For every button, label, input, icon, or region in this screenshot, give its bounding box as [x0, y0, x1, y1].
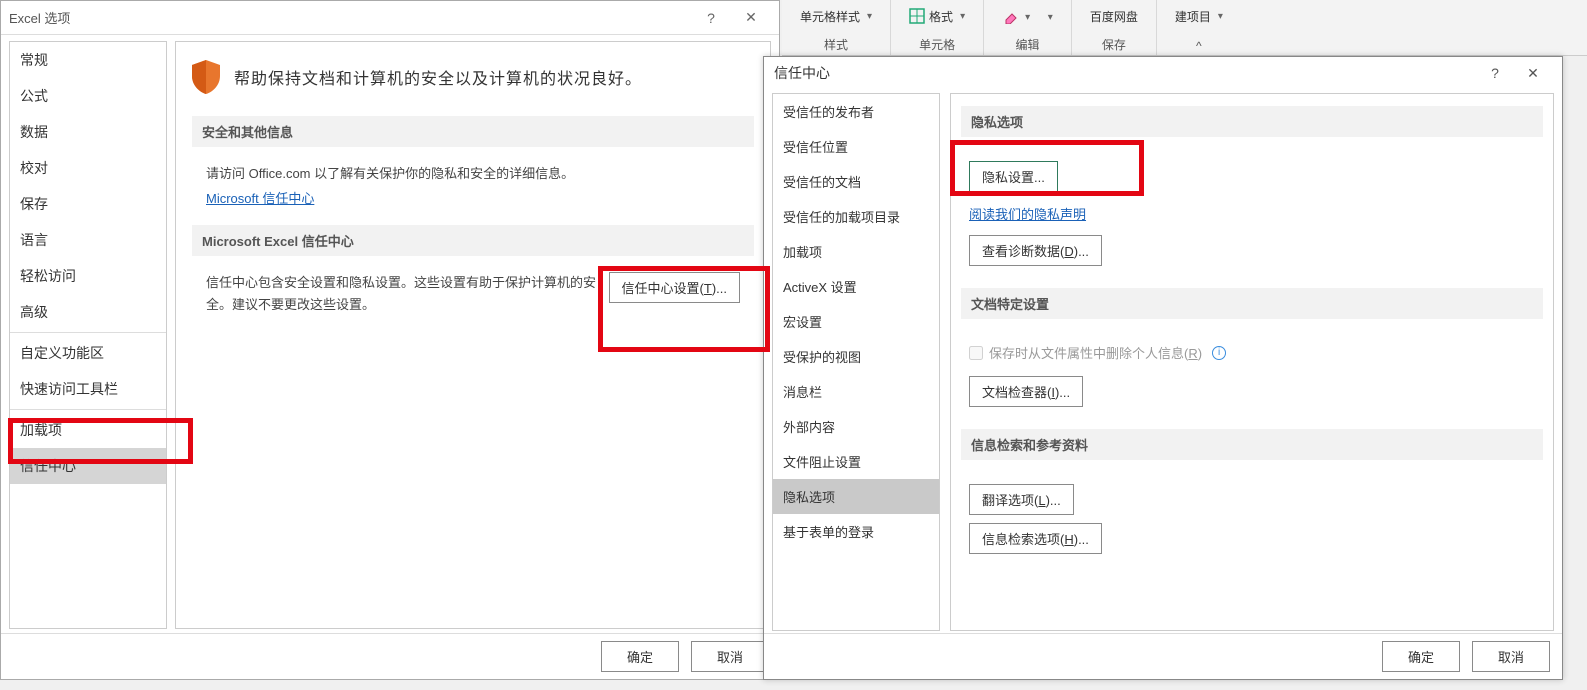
options-titlebar: Excel 选项 ? ✕: [1, 1, 779, 35]
ribbon-group-label: 单元格: [919, 32, 955, 53]
ribbon-format[interactable]: 格式: [909, 4, 965, 28]
tc-nav-addins[interactable]: 加载项: [773, 234, 939, 269]
nav-proofing[interactable]: 校对: [10, 150, 166, 186]
section-security-info: 安全和其他信息: [192, 116, 754, 147]
ribbon-group-edit[interactable]: 编辑: [984, 0, 1072, 55]
ribbon-group-cells[interactable]: 格式 单元格: [891, 0, 984, 55]
nav-advanced[interactable]: 高级: [10, 294, 166, 330]
shield-icon: [192, 60, 220, 94]
nav-formulas[interactable]: 公式: [10, 78, 166, 114]
trust-content: 隐私选项 隐私设置... 阅读我们的隐私声明 查看诊断数据(D)... 文档特定…: [950, 93, 1554, 631]
ribbon-collapse-icon[interactable]: ^: [1196, 35, 1202, 53]
tc-nav-trusted-documents[interactable]: 受信任的文档: [773, 164, 939, 199]
ribbon-baidu[interactable]: 百度网盘: [1090, 4, 1138, 28]
diagnostic-data-button[interactable]: 查看诊断数据(D)...: [969, 235, 1102, 266]
options-footer: 确定 取消: [1, 633, 779, 679]
nav-general[interactable]: 常规: [10, 42, 166, 78]
trust-nav: 受信任的发布者 受信任位置 受信任的文档 受信任的加载项目录 加载项 Activ…: [772, 93, 940, 631]
tc-nav-trusted-publishers[interactable]: 受信任的发布者: [773, 94, 939, 129]
trust-center-settings-button[interactable]: 信任中心设置(T)...: [609, 272, 740, 303]
tc-sec-privacy: 隐私选项: [961, 106, 1543, 137]
excel-options-dialog: Excel 选项 ? ✕ 常规 公式 数据 校对 保存 语言 轻松访问 高级 自…: [0, 0, 780, 680]
trust-ok-button[interactable]: 确定: [1382, 641, 1460, 672]
tc-nav-file-block[interactable]: 文件阻止设置: [773, 444, 939, 479]
remove-personal-info-input: [969, 346, 983, 360]
trust-cancel-button[interactable]: 取消: [1472, 641, 1550, 672]
tc-nav-activex[interactable]: ActiveX 设置: [773, 269, 939, 304]
remove-personal-info-checkbox: 保存时从文件属性中删除个人信息(R) i: [969, 343, 1535, 362]
info-icon[interactable]: i: [1212, 346, 1226, 360]
ribbon-group-save[interactable]: 百度网盘 保存: [1072, 0, 1157, 55]
tc-nav-trusted-locations[interactable]: 受信任位置: [773, 129, 939, 164]
trust-help-button[interactable]: ?: [1476, 60, 1514, 86]
tc-nav-trusted-addin-catalogs[interactable]: 受信任的加载项目录: [773, 199, 939, 234]
ms-trust-link[interactable]: Microsoft 信任中心: [206, 188, 314, 207]
nav-addins[interactable]: 加载项: [10, 412, 166, 448]
ribbon-strip: 单元格样式 样式 格式 单元格 编辑 百度网盘 保存 建项目 ^: [782, 0, 1587, 56]
help-button[interactable]: ?: [691, 4, 731, 32]
nav-data[interactable]: 数据: [10, 114, 166, 150]
tc-nav-protected-view[interactable]: 受保护的视图: [773, 339, 939, 374]
ribbon-group-project[interactable]: 建项目 ^: [1157, 0, 1241, 55]
research-options-button[interactable]: 信息检索选项(H)...: [969, 523, 1102, 554]
privacy-statement-link[interactable]: 阅读我们的隐私声明: [969, 204, 1086, 223]
trust-close-button[interactable]: ✕: [1514, 60, 1552, 86]
ribbon-group-label: 编辑: [1015, 32, 1039, 53]
ribbon-cell-styles[interactable]: 单元格样式: [800, 4, 872, 28]
trust-center-dialog: 信任中心 ? ✕ 受信任的发布者 受信任位置 受信任的文档 受信任的加载项目录 …: [763, 56, 1563, 680]
tc-sec-research: 信息检索和参考资料: [961, 429, 1543, 460]
ribbon-eraser[interactable]: [1002, 4, 1053, 28]
translate-options-button[interactable]: 翻译选项(L)...: [969, 484, 1074, 515]
nav-language[interactable]: 语言: [10, 222, 166, 258]
security-info-text: 请访问 Office.com 以了解有关保护你的隐私和安全的详细信息。: [206, 163, 740, 182]
trust-footer: 确定 取消: [764, 633, 1562, 679]
close-button[interactable]: ✕: [731, 4, 771, 32]
tc-nav-privacy-options[interactable]: 隐私选项: [773, 479, 939, 514]
tc-nav-form-login[interactable]: 基于表单的登录: [773, 514, 939, 549]
nav-save[interactable]: 保存: [10, 186, 166, 222]
options-title: Excel 选项: [9, 8, 70, 27]
document-inspector-button[interactable]: 文档检查器(I)...: [969, 376, 1083, 407]
nav-customize-ribbon[interactable]: 自定义功能区: [10, 335, 166, 371]
ribbon-group-label: 样式: [824, 32, 848, 53]
options-hero-text: 帮助保持文档和计算机的安全以及计算机的状况良好。: [234, 65, 642, 89]
trust-center-description: 信任中心包含安全设置和隐私设置。这些设置有助于保护计算机的安全。建议不要更改这些…: [206, 272, 597, 316]
tc-nav-macro[interactable]: 宏设置: [773, 304, 939, 339]
format-icon: [909, 8, 925, 24]
tc-sec-doc: 文档特定设置: [961, 288, 1543, 319]
options-ok-button[interactable]: 确定: [601, 641, 679, 672]
options-cancel-button[interactable]: 取消: [691, 641, 769, 672]
ribbon-project[interactable]: 建项目: [1175, 4, 1223, 28]
privacy-settings-button[interactable]: 隐私设置...: [969, 161, 1058, 192]
ribbon-group-label: 保存: [1102, 32, 1126, 53]
eraser-icon: [1002, 8, 1018, 24]
tc-nav-message-bar[interactable]: 消息栏: [773, 374, 939, 409]
options-content: 帮助保持文档和计算机的安全以及计算机的状况良好。 安全和其他信息 请访问 Off…: [175, 41, 771, 629]
tc-nav-external-content[interactable]: 外部内容: [773, 409, 939, 444]
section-trust-center: Microsoft Excel 信任中心: [192, 225, 754, 256]
ribbon-group-styles[interactable]: 单元格样式 样式: [782, 0, 891, 55]
options-nav: 常规 公式 数据 校对 保存 语言 轻松访问 高级 自定义功能区 快速访问工具栏…: [9, 41, 167, 629]
nav-qat[interactable]: 快速访问工具栏: [10, 371, 166, 407]
nav-trust-center[interactable]: 信任中心: [10, 448, 166, 484]
trust-titlebar: 信任中心 ? ✕: [764, 57, 1562, 89]
nav-ease[interactable]: 轻松访问: [10, 258, 166, 294]
trust-title: 信任中心: [774, 63, 830, 83]
